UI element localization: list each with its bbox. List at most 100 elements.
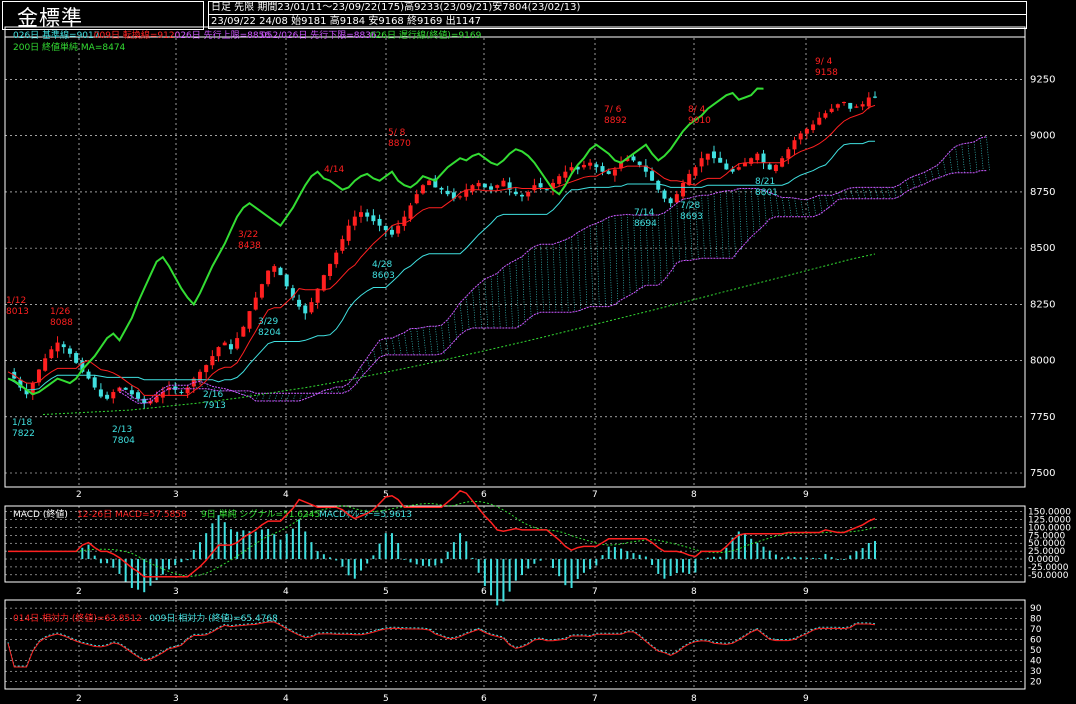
candle-body xyxy=(204,365,209,373)
candle-body xyxy=(650,171,655,181)
cloud-hatch xyxy=(354,375,359,386)
cloud-hatch xyxy=(540,244,544,313)
candle-body xyxy=(860,104,865,107)
rsi-tick-label: 80 xyxy=(1030,615,1042,625)
cloud-hatch xyxy=(818,195,823,215)
cloud-hatch xyxy=(515,259,520,328)
cloud-hatch xyxy=(657,214,662,286)
cloud-hatch xyxy=(973,141,978,173)
cloud-hatch xyxy=(967,142,972,173)
candle-body xyxy=(482,183,487,188)
candle-body xyxy=(854,106,859,108)
chart-canvas: 9250900087508500825080007750750022233344… xyxy=(4,26,1071,704)
cloud-hatch xyxy=(979,137,984,171)
annotation-value: 7804 xyxy=(112,436,135,446)
candle-body xyxy=(823,113,828,118)
cloud-hatch xyxy=(911,176,916,189)
candle-body xyxy=(656,180,661,190)
cloud-hatch xyxy=(286,393,290,402)
annotation-value: 8603 xyxy=(372,271,395,281)
cloud-hatch xyxy=(391,338,396,355)
candle-body xyxy=(272,266,277,272)
candle-body xyxy=(136,392,141,399)
legend-entry: 009日 転換線=9120 xyxy=(94,29,181,41)
cloud-hatch xyxy=(880,187,885,199)
cloud-hatch xyxy=(918,174,922,187)
y-tick-label: 7750 xyxy=(1030,412,1055,423)
candle-body xyxy=(569,167,574,171)
cloud-hatch xyxy=(329,389,334,394)
legend-entry: MACD (終値) xyxy=(13,508,68,520)
cloud-hatch xyxy=(837,192,842,200)
macd-tick-label: -50.0000 xyxy=(1028,571,1069,581)
candle-body xyxy=(470,185,475,192)
cloud-hatch xyxy=(602,220,606,307)
annotation-date: 2/16 xyxy=(203,390,223,400)
candle-body xyxy=(792,140,797,150)
x-tick-label: 7 xyxy=(592,694,598,704)
candle-body xyxy=(284,274,289,287)
annotation-value: 9010 xyxy=(688,116,711,126)
cloud-hatch xyxy=(490,276,495,328)
cloud-hatch xyxy=(701,195,705,259)
annotation-value: 8204 xyxy=(258,328,281,338)
x-tick-label: 2 xyxy=(76,694,82,704)
y-tick-label: 8750 xyxy=(1030,187,1055,198)
cloud-hatch xyxy=(496,273,501,328)
cloud-hatch xyxy=(267,393,272,402)
annotation-value: 8892 xyxy=(604,116,627,126)
legend-entry: 200日 終値単純 MA=8474 xyxy=(13,41,126,53)
cloud-hatch xyxy=(843,190,848,199)
annotation-date: 7/14 xyxy=(634,208,654,218)
cloud-hatch xyxy=(472,289,476,328)
candle-body xyxy=(674,194,679,203)
candle-body xyxy=(383,225,388,231)
candle-body xyxy=(773,164,778,172)
cloud-hatch xyxy=(713,193,718,259)
annotation-date: 1/12 xyxy=(6,296,26,306)
annotation-date: 1/18 xyxy=(12,418,32,428)
candle-body xyxy=(98,389,103,397)
y-tick-label: 8500 xyxy=(1030,243,1055,254)
legend-entry: 026日 先行上限=8856 xyxy=(175,29,271,41)
candle-body xyxy=(389,229,394,235)
cloud-hatch xyxy=(893,187,897,199)
x-tick-label: 8 xyxy=(691,587,697,597)
cloud-hatch xyxy=(806,199,811,217)
cloud-hatch xyxy=(750,188,755,237)
candle-body xyxy=(179,391,184,393)
candle-body xyxy=(129,390,134,395)
legend-entry: 12-26日 MACD=57.5858 xyxy=(77,509,187,520)
candle-body xyxy=(278,267,283,276)
cloud-hatch xyxy=(416,328,421,355)
cloud-hatch xyxy=(608,217,613,307)
candle-body xyxy=(736,167,741,170)
candle-body xyxy=(588,162,593,166)
annotation-date: 1/26 xyxy=(50,307,70,317)
annotation-date: 3/22 xyxy=(238,230,258,240)
cloud-hatch xyxy=(379,340,383,358)
cloud-hatch xyxy=(484,279,489,328)
candle-body xyxy=(334,252,339,265)
candle-body xyxy=(705,153,710,160)
x-tick-label: 8 xyxy=(691,490,697,500)
x-tick-label: 3 xyxy=(173,490,179,500)
cloud-hatch xyxy=(744,188,749,244)
candle-body xyxy=(247,311,252,329)
candle-body xyxy=(123,387,128,390)
candle-body xyxy=(711,151,716,159)
legend-entry: 026日 遅行線(終値)=9169 xyxy=(370,29,482,41)
cloud-hatch xyxy=(874,187,879,199)
candle-body xyxy=(414,194,419,204)
candle-body xyxy=(786,149,791,159)
cloud-hatch xyxy=(465,296,470,331)
annotation-date: 4/28 xyxy=(372,260,392,270)
candle-body xyxy=(513,191,518,195)
candle-body xyxy=(811,124,816,131)
cloud-hatch xyxy=(441,325,445,354)
candle-body xyxy=(61,344,66,348)
x-tick-label: 9 xyxy=(803,587,809,597)
x-tick-label: 2 xyxy=(76,490,82,500)
y-tick-label: 8000 xyxy=(1030,356,1055,367)
candle-body xyxy=(67,348,72,354)
